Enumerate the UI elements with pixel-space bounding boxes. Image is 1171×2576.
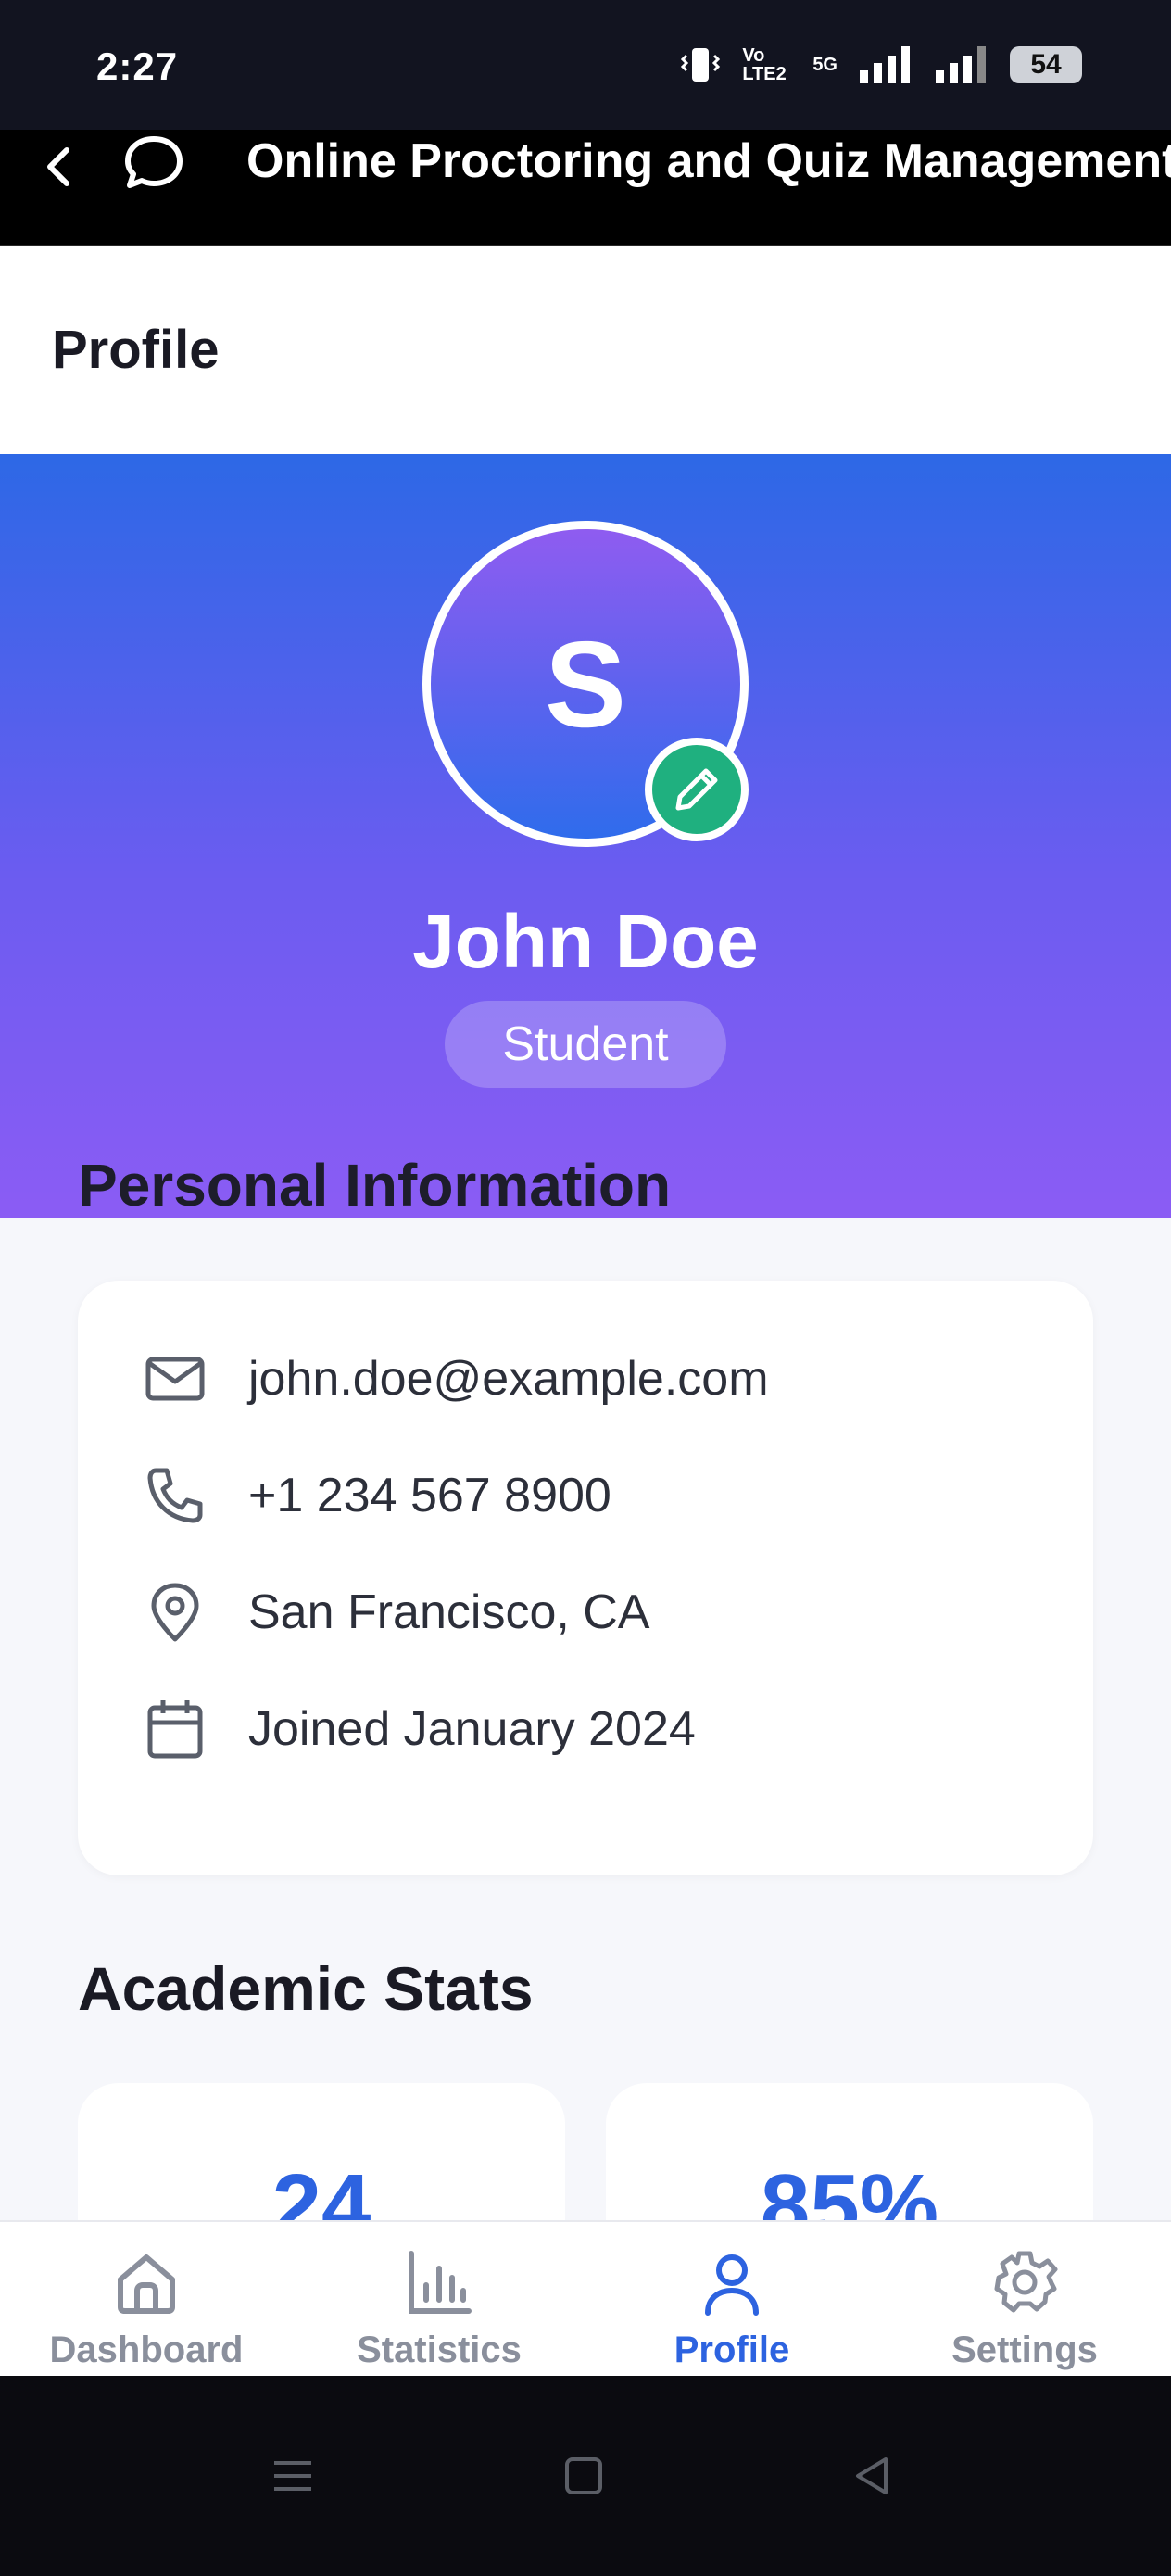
pencil-icon	[675, 768, 718, 811]
menu-icon[interactable]	[269, 2452, 317, 2500]
signal-icon-2	[936, 46, 986, 83]
joined-text: Joined January 2024	[248, 1702, 696, 1756]
gear-icon	[994, 2251, 1058, 2313]
page-title: Profile	[52, 320, 220, 380]
nav-label-dashboard: Dashboard	[49, 2330, 244, 2370]
joined-row: Joined January 2024	[143, 1692, 696, 1766]
personal-information-heading: Personal Information	[78, 1152, 672, 1219]
nav-label-settings: Settings	[951, 2330, 1098, 2370]
home-icon	[118, 2254, 175, 2314]
nav-profile[interactable]: Profile	[586, 2222, 878, 2376]
back-icon[interactable]	[37, 137, 82, 196]
nav-settings[interactable]: Settings	[878, 2222, 1171, 2376]
status-bar: 2:27 Vo LTE2 5G 54	[0, 0, 1171, 130]
phone-icon	[147, 1468, 203, 1523]
chat-icon[interactable]	[120, 130, 187, 196]
mail-icon	[145, 1357, 205, 1401]
location-row: San Francisco, CA	[143, 1575, 650, 1649]
nav-label-profile: Profile	[674, 2330, 790, 2370]
user-name: John Doe	[412, 900, 759, 984]
avatar-initial: S	[544, 615, 627, 752]
edit-avatar-button[interactable]	[645, 738, 749, 841]
signal-icon	[860, 46, 910, 83]
academic-stats-heading: Academic Stats	[78, 1954, 534, 2023]
network-label: Vo LTE2	[742, 45, 787, 84]
status-time: 2:27	[96, 44, 179, 88]
status-icons: Vo LTE2 5G 54	[679, 44, 1082, 85]
phone-row: +1 234 567 8900	[143, 1458, 611, 1533]
email-row: john.doe@example.com	[143, 1342, 769, 1416]
email-text: john.doe@example.com	[248, 1352, 769, 1406]
network-5g-label: 5G	[812, 55, 837, 75]
nav-statistics[interactable]: Statistics	[293, 2222, 586, 2376]
personal-information-card: john.doe@example.com +1 234 567 8900 San…	[78, 1281, 1093, 1875]
location-pin-icon	[151, 1583, 199, 1642]
profile-hero: S John Doe Student Personal Information	[0, 454, 1171, 1218]
page-header: Profile	[0, 246, 1171, 454]
home-button-icon[interactable]	[560, 2452, 608, 2500]
battery-indicator: 54	[1010, 46, 1082, 83]
role-badge: Student	[445, 1001, 726, 1088]
phone-text: +1 234 567 8900	[248, 1469, 611, 1522]
nav-dashboard[interactable]: Dashboard	[0, 2222, 293, 2376]
app-bar: Online Proctoring and Quiz Management	[0, 130, 1171, 246]
bar-chart-icon	[409, 2251, 472, 2314]
calendar-icon	[147, 1700, 203, 1759]
system-navigation-bar	[0, 2376, 1171, 2576]
profile-screen: 2:27 Vo LTE2 5G 54 Online Proctoring and…	[0, 0, 1171, 2576]
location-text: San Francisco, CA	[248, 1585, 650, 1639]
bottom-navigation: Dashboard Statistics Profile Settings	[0, 2220, 1171, 2376]
back-button-icon[interactable]	[849, 2452, 897, 2500]
nav-label-statistics: Statistics	[357, 2330, 522, 2370]
app-title: Online Proctoring and Quiz Management	[246, 134, 1171, 188]
user-icon	[705, 2254, 759, 2316]
vibrate-icon	[681, 48, 721, 82]
